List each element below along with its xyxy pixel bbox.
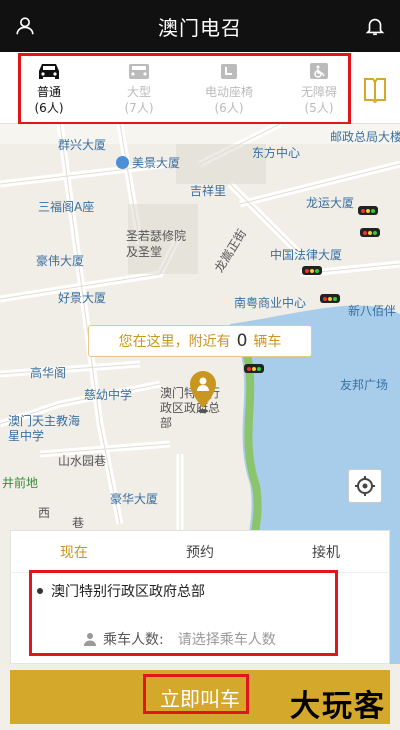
map-label: 巷	[72, 516, 85, 530]
map-label: 慈幼中学	[84, 388, 133, 402]
map-label: 井前地	[2, 476, 39, 490]
tab-reserve[interactable]: 预约	[186, 542, 214, 562]
booking-tabs: 现在 预约 接机	[11, 531, 389, 573]
poi-name: 美景大厦	[132, 156, 181, 170]
highlight-box	[143, 674, 249, 714]
traffic-light-icon	[358, 206, 378, 215]
traffic-light-icon	[302, 266, 322, 275]
bell-icon[interactable]	[364, 15, 386, 37]
page-title: 澳门电召	[158, 15, 242, 40]
traffic-light-icon	[244, 364, 264, 373]
map-label: 好景大厦	[58, 291, 107, 305]
map-label: 南粤商业中心	[234, 296, 307, 310]
traffic-light-icon	[320, 294, 340, 303]
highlight-box	[29, 570, 338, 656]
crosshair-icon	[355, 476, 375, 496]
map-label: 美景大厦	[116, 154, 180, 171]
tab-now[interactable]: 现在	[60, 542, 88, 562]
locate-me-button[interactable]	[348, 469, 382, 503]
map-label: 三福阁A座	[38, 200, 95, 214]
map-label: 吉祥里	[190, 184, 227, 198]
map-label: 邮政总局大楼	[330, 130, 400, 144]
map-label: 东方中心	[252, 146, 301, 160]
book-icon[interactable]	[362, 76, 388, 104]
map-label: 山水园巷	[58, 454, 107, 468]
location-pin-icon	[190, 371, 216, 413]
map-label: 中国法律大厦	[270, 248, 343, 262]
map-label: 豪华大厦	[110, 492, 159, 506]
watermark-logo: 大玩客	[290, 689, 386, 724]
poi-icon	[116, 156, 129, 169]
map-label: 西	[38, 506, 51, 520]
tab-airport-pickup[interactable]: 接机	[312, 542, 340, 562]
highlight-box	[18, 53, 351, 125]
user-icon[interactable]	[14, 15, 36, 37]
map-label: 高华阁	[30, 366, 67, 380]
app-header: 澳门电召	[0, 0, 400, 52]
map-label: 龙运大厦	[306, 196, 355, 210]
map-label: 群兴大厦	[58, 138, 107, 152]
bubble-prefix: 您在这里，附近有	[118, 334, 231, 350]
traffic-light-icon	[360, 228, 380, 237]
nearby-cars-bubble: 您在这里，附近有 0 辆车	[88, 325, 312, 357]
map-label: 友邦广场	[340, 378, 389, 392]
map-label: 新八佰伴	[348, 304, 397, 318]
map-label: 豪伟大厦	[36, 254, 85, 268]
nearby-car-count: 0	[236, 331, 248, 351]
map-label: 澳门天主教海星中学	[8, 414, 81, 443]
bubble-suffix: 辆车	[253, 334, 282, 350]
map-label: 圣若瑟修院及圣堂	[126, 229, 187, 259]
